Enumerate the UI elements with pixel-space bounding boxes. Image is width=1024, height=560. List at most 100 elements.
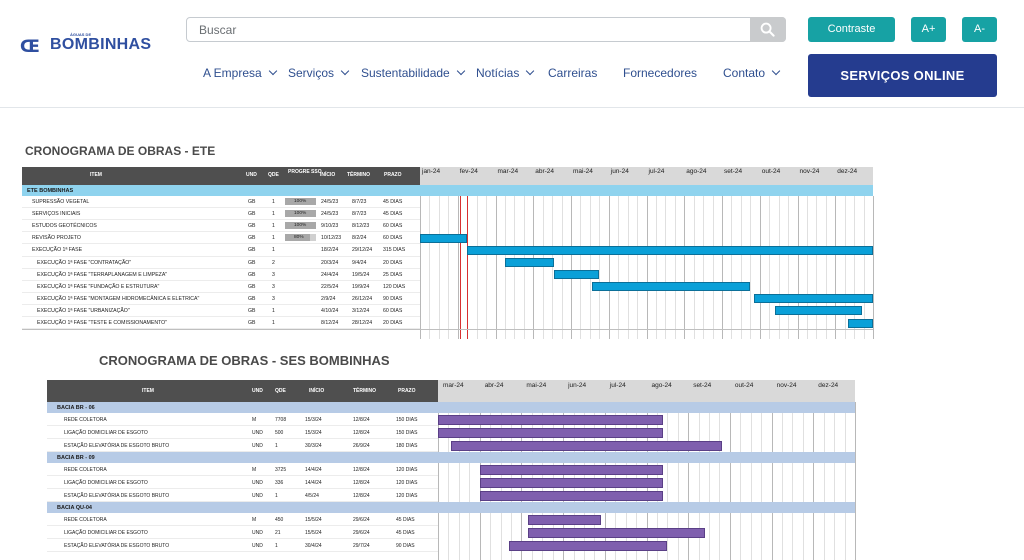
ses-grid-line [855,402,856,560]
ses-row-end: 26/9/24 [353,443,370,449]
nav-contato[interactable]: Contato [723,66,781,80]
ete-row-divider [22,279,420,281]
ete-row-end: 19/5/24 [352,271,370,278]
chevron-down-icon [526,66,535,76]
ete-row-start: 20/3/24 [321,259,339,266]
ete-row-divider [22,231,420,233]
ete-grid-line [806,196,808,339]
online-services-button[interactable]: SERVIÇOS ONLINE [808,54,997,97]
ete-row-duration: 20 DIAS [383,320,403,326]
search-button[interactable] [750,17,786,42]
ete-row-qde: 1 [272,199,275,205]
ete-grid-line [580,196,582,339]
ete-grid-line [438,196,440,339]
ses-gantt-bar [438,427,664,438]
ses-row-item: ESTAÇÃO ELEVATÓRIA DE ESGOTO BRUTO [64,493,170,499]
ete-grid-line [448,196,450,339]
ete-month-label: abr-24 [535,168,555,175]
ete-row-progress: 80% [294,235,304,241]
ses-month-label: abr-24 [484,382,504,389]
ete-row-end: 8/7/23 [352,211,367,218]
ete-month-label: ago-24 [686,168,707,175]
ses-row-qde: 7708 [275,417,287,423]
ses-row-duration: 150 DIAS [396,417,418,423]
nav-noticias[interactable]: Notícias [476,66,535,80]
ete-row-start: 24/5/23 [321,211,339,218]
ete-gantt-bar [591,282,751,292]
ses-gantt-bar [479,490,664,501]
nav-servicos[interactable]: Serviços [288,66,350,80]
ete-grid-line [769,196,771,339]
ete-row-item: SERVIÇOS INICIAIS [32,211,81,218]
ses-grid-line [761,402,763,560]
ses-gantt-chart: ITEM UND QDE INÍCIO TÉRMINO PRAZO mar-24 abr-24… [47,380,856,560]
ete-row-und: GB [248,247,256,254]
ses-gantt-bar [479,477,664,488]
ete-grid-line [674,196,676,339]
ses-row-divider [47,438,438,439]
ete-row-end: 19/9/24 [352,283,370,290]
ses-group-label: BACIA QU-04 [57,505,92,511]
ses-row-duration: 90 DIAS [396,543,415,549]
ses-row-item: ESTAÇÃO ELEVATÓRIA DE ESGOTO BRUTO [64,443,170,449]
ete-month-label: out-24 [761,168,781,175]
ete-row-item: EXECUÇÃO 1ª FASE "TESTE E COMISSIONAMENT… [37,320,168,326]
ete-row-end: 8/2/24 [352,235,367,242]
ete-row-start: 10/12/23 [321,235,342,242]
ete-row-divider [22,291,420,293]
nav-sustentabilidade[interactable]: Sustentabilidade [361,66,465,80]
ses-column-header: INÍCIO [309,388,325,394]
search-input[interactable] [199,22,739,38]
ses-row-und: UND [252,493,263,499]
font-decrease-button[interactable]: A- [962,17,997,42]
ete-row-qde: 1 [272,223,275,230]
ete-grid-line [788,196,790,339]
ete-grid-line [608,196,610,339]
ete-row-progress: 100% [294,223,307,229]
ete-grid-line [552,196,554,339]
ete-row-start: 8/12/24 [321,320,339,326]
nav-fornecedores[interactable]: Fornecedores [623,66,697,80]
ses-column-header: UND [252,388,263,394]
ete-row-end: 8/7/23 [352,199,367,205]
ete-row-und: GB [248,283,256,290]
ete-row-start: 2/9/24 [321,295,336,302]
ses-row-start: 30/4/24 [305,543,322,549]
ses-grid-line [813,402,815,560]
ses-gantt-bar [450,440,722,451]
ete-column-header: UND [246,172,257,178]
ete-grid-line [514,196,516,339]
ses-month-label: mar-24 [443,382,464,389]
ses-row-duration: 45 DIAS [396,517,415,523]
ses-row-item: LIGAÇÃO DOMICILIAR DE ESGOTO [64,530,148,536]
ses-row-item: REDE COLETORA [64,417,107,423]
ses-row-duration: 45 DIAS [396,530,415,536]
ete-column-header: TÉRMINO [347,172,371,178]
ses-row-end: 12/8/24 [353,430,370,436]
ete-grid-line [750,196,752,339]
ete-row-progress: 100% [294,211,307,217]
ete-gantt-bar [754,294,873,304]
ete-gantt-bar [420,233,468,243]
ete-row-duration: 90 DIAS [383,295,403,302]
contrast-button[interactable]: Contraste [808,17,895,42]
font-increase-button[interactable]: A+ [911,17,946,42]
ses-row-start: 15/3/24 [305,430,322,436]
ete-row-item: EXECUÇÃO 1ª FASE "CONTRATAÇÃO" [37,259,132,266]
ete-grid-line [873,196,874,339]
ete-grid-line [759,196,761,339]
ses-column-header: TÉRMINO [353,388,377,394]
ete-gantt-bar [467,245,873,255]
nav-a-empresa[interactable]: A Empresa [203,66,277,80]
ses-row-qde: 1 [275,493,278,499]
ete-row-start: 24/4/24 [321,271,339,278]
ses-row-und: UND [252,543,263,549]
ses-group-row [47,452,855,463]
ete-grid-line [665,196,667,339]
ete-today-line [467,196,469,339]
ete-grid-line [627,196,629,339]
ses-grid-line [448,402,450,560]
nav-carreiras[interactable]: Carreiras [548,66,597,80]
logo[interactable]: Œ ÁGUAS DE BOMBINHAS [20,30,160,57]
ete-column-header: PRAZO [384,172,402,178]
